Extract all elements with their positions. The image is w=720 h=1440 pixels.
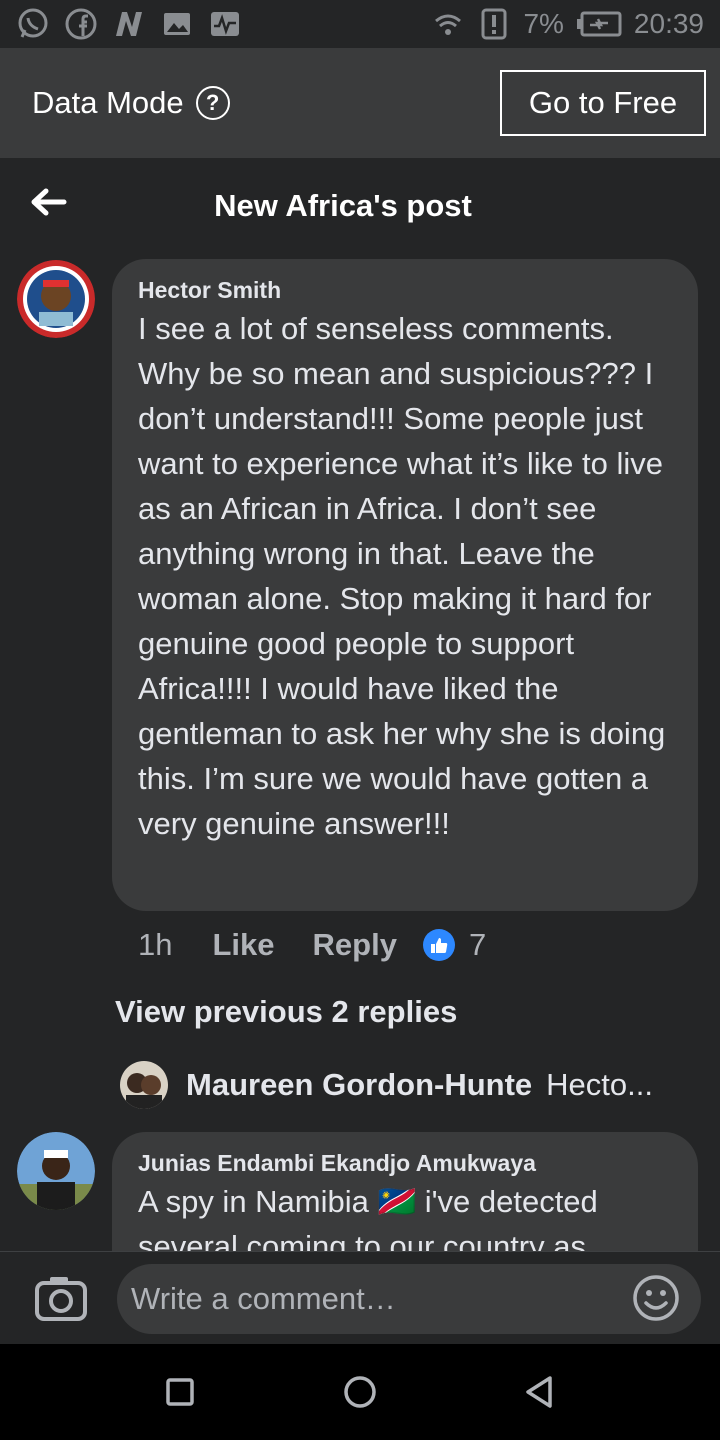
reply-avatar[interactable] <box>120 1061 168 1109</box>
wifi-icon <box>435 14 462 35</box>
thumbs-up-icon[interactable] <box>422 929 455 961</box>
back-icon[interactable] <box>522 1374 558 1410</box>
avatar-image <box>17 1132 95 1210</box>
battery-charging-icon <box>576 11 622 37</box>
reply-author[interactable]: Maureen Gordon-Hunte <box>186 1067 532 1103</box>
comment-composer <box>0 1251 720 1344</box>
home-icon[interactable] <box>342 1374 378 1410</box>
status-bar: 7% 20:39 <box>0 0 720 48</box>
comment-text: A spy in Namibia 🇳🇦 i've detected severa… <box>138 1184 598 1251</box>
battery-percent: 7% <box>523 8 564 39</box>
comment-text: I see a lot of senseless comments. Why b… <box>138 311 666 841</box>
alert-icon <box>481 8 507 40</box>
post-header: New Africa's post <box>0 158 720 250</box>
comment-time: 1h <box>138 927 173 962</box>
reply-button[interactable]: Reply <box>313 927 397 963</box>
comment-input[interactable] <box>117 1264 701 1334</box>
facebook-icon <box>65 8 97 40</box>
avatar-image <box>17 260 95 338</box>
recent-apps-icon[interactable] <box>162 1374 198 1410</box>
system-nav-bar <box>0 1344 720 1440</box>
comment-author[interactable]: Junias Endambi Ekandjo Amukwaya <box>138 1150 672 1177</box>
clock: 20:39 <box>633 8 704 39</box>
page-title: New Africa's post <box>214 188 472 223</box>
go-to-free-button[interactable]: Go to Free <box>500 70 706 136</box>
data-mode-label: Data Mode <box>32 85 184 120</box>
n-app-icon <box>116 12 142 36</box>
data-mode-bar: Data Mode ? Go to Free <box>0 48 720 158</box>
avatar[interactable] <box>17 260 95 338</box>
reply-avatar-image <box>120 1061 168 1109</box>
reply-preview[interactable]: Maureen Gordon-Hunte Hecto... <box>120 1060 700 1110</box>
avatar[interactable] <box>17 1132 95 1210</box>
activity-icon <box>211 12 239 36</box>
reply-snippet: Hecto... <box>546 1067 653 1102</box>
emoji-icon[interactable] <box>632 1274 680 1322</box>
view-previous-replies[interactable]: View previous 2 replies <box>115 994 457 1030</box>
comment-bubble[interactable]: Hector Smith I see a lot of senseless co… <box>112 259 698 911</box>
whatsapp-icon <box>18 8 48 38</box>
reaction-count[interactable]: 7 <box>469 927 486 963</box>
comment-bubble[interactable]: Junias Endambi Ekandjo Amukwaya A spy in… <box>112 1132 698 1251</box>
comment-actions: 1h Like Reply 7 <box>138 922 486 968</box>
like-button[interactable]: Like <box>212 927 274 963</box>
data-mode-help-icon[interactable]: ? <box>195 86 230 120</box>
comment-author[interactable]: Hector Smith <box>138 277 672 304</box>
image-icon <box>164 13 190 35</box>
comments-list[interactable]: Hector Smith I see a lot of senseless co… <box>0 250 720 1251</box>
camera-icon[interactable] <box>34 1274 88 1322</box>
